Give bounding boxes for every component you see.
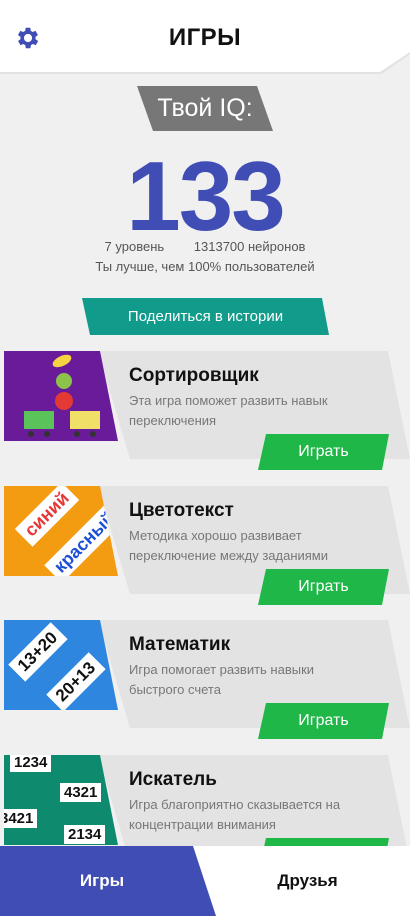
iq-label: Твой IQ: (137, 86, 273, 131)
game-title: Искатель (129, 769, 217, 790)
game-thumbnail-math[interactable]: 13+20 20+13 (4, 620, 118, 710)
thumb-expr-2: 20+13 (46, 652, 106, 710)
game-card-math[interactable]: 13+20 20+13 Математик Игра помогает разв… (4, 620, 410, 740)
tab-friends[interactable]: Друзья (205, 846, 410, 916)
thumb-number-3: 3421 (4, 809, 38, 828)
game-thumbnail-sorter[interactable] (4, 351, 118, 441)
game-description: Эта игра поможет развить навык переключе… (129, 393, 328, 428)
play-button-math[interactable]: Играть (258, 703, 389, 739)
thumb-number-2: 4321 (60, 783, 102, 802)
game-thumbnail-seeker[interactable]: 1234 4321 3421 2134 (4, 755, 118, 845)
thumb-number-4: 2134 (64, 825, 106, 844)
game-title: Математик (129, 634, 231, 655)
game-description: Игра помогает развить навыки быстрого сч… (129, 662, 315, 697)
play-button-colortext[interactable]: Играть (258, 569, 389, 605)
game-title: Цветотекст (129, 500, 234, 521)
game-card-sorter[interactable]: Сортировщик Эта игра поможет развить нав… (4, 351, 410, 471)
thumb-number-1: 1234 (10, 755, 52, 772)
game-description: Игра благоприятно сказывается на концент… (129, 797, 341, 832)
share-story-button[interactable]: Поделиться в истории (82, 298, 329, 335)
game-card-colortext[interactable]: синий красный Цветотекст Методика хорошо… (4, 486, 410, 606)
iq-stats: 7 уровень 1313700 нейронов (0, 239, 410, 254)
page-title: ИГРЫ (168, 24, 242, 51)
iq-level: 7 уровень (104, 239, 165, 254)
game-description: Методика хорошо развивает переключение м… (129, 528, 328, 563)
tab-games[interactable]: Игры (0, 846, 216, 916)
game-thumbnail-colortext[interactable]: синий красный (4, 486, 118, 576)
thumb-word-blue: синий (14, 486, 80, 547)
thumb-expr-1: 13+20 (8, 622, 68, 682)
iq-value: 133 (126, 141, 286, 251)
bottom-tab-bar: Игры Друзья (0, 846, 410, 916)
iq-compare: Ты лучше, чем 100% пользователей (95, 259, 315, 274)
iq-neurons: 1313700 нейронов (193, 239, 306, 254)
game-title: Сортировщик (129, 365, 259, 386)
play-button-sorter[interactable]: Играть (258, 434, 389, 470)
